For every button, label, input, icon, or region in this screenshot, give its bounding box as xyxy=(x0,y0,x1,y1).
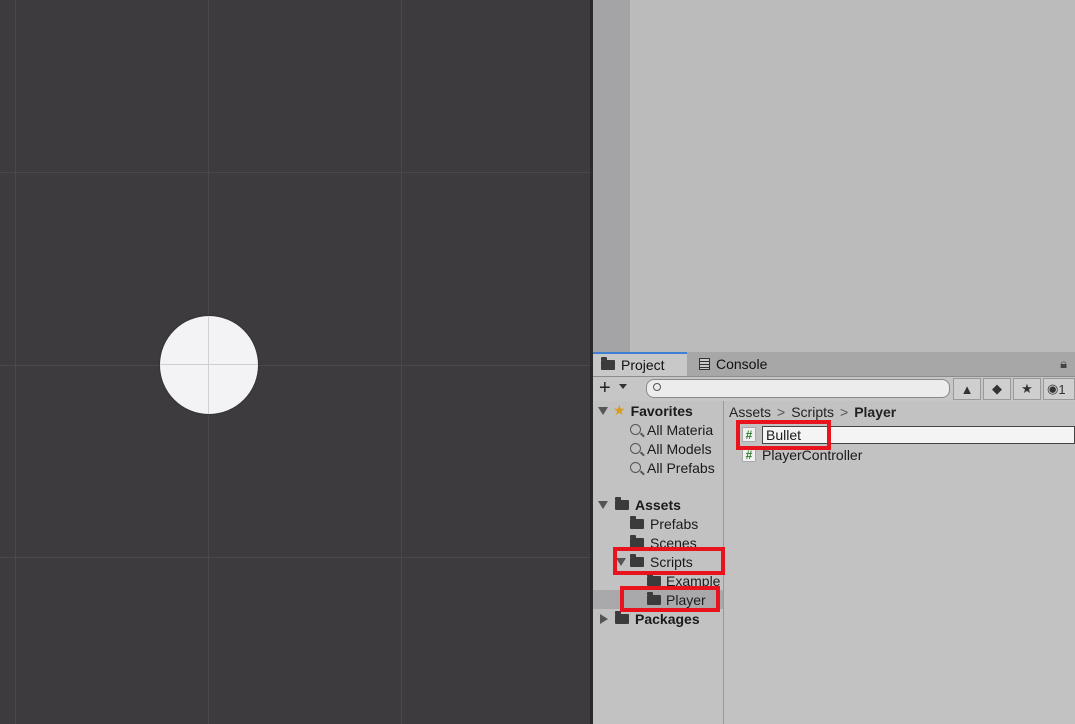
folder-tree: ★ Favorites All Materia All Models All P… xyxy=(593,401,724,724)
folder-icon xyxy=(615,610,629,624)
fav-item-label: All Materia xyxy=(647,421,714,438)
folder-icon xyxy=(601,357,615,370)
favorites-star-button[interactable]: ★ xyxy=(1013,378,1041,400)
tree-item-player[interactable]: Player xyxy=(593,590,723,609)
chevron-down-icon[interactable] xyxy=(616,558,626,566)
tree-item-prefabs[interactable]: Prefabs xyxy=(593,514,723,533)
example-label: Example xyxy=(666,572,721,589)
chevron-down-icon[interactable] xyxy=(598,407,608,415)
lock-icon[interactable]: 🔒︎ xyxy=(1060,356,1067,372)
file-row-playercontroller[interactable]: # PlayerController xyxy=(742,445,862,464)
search-input[interactable] xyxy=(646,379,950,398)
tree-item-all-materials[interactable]: All Materia xyxy=(593,420,723,439)
tree-item-scripts[interactable]: Scripts xyxy=(593,552,723,571)
tab-console-label: Console xyxy=(716,356,768,372)
breadcrumb-player[interactable]: Player xyxy=(854,404,896,420)
packages-label: Packages xyxy=(635,610,700,627)
project-toolbar: + ▲ ◆ ★ ◉ 1 xyxy=(593,377,1075,401)
folder-icon xyxy=(647,591,661,605)
rename-input[interactable]: Bullet xyxy=(762,425,1075,444)
grid-line xyxy=(0,557,590,558)
search-icon xyxy=(630,443,641,454)
star-icon: ★ xyxy=(613,402,626,418)
project-panel: Project Console 🔒︎ + ▲ ◆ ★ ◉ 1 ★ Favorite… xyxy=(593,352,1075,724)
tree-item-all-models[interactable]: All Models xyxy=(593,439,723,458)
scenes-label: Scenes xyxy=(650,534,697,551)
grid-line xyxy=(15,0,16,724)
favorites-label: Favorites xyxy=(630,402,693,419)
grid-line xyxy=(401,0,402,724)
prefabs-label: Prefabs xyxy=(650,515,699,532)
tab-project-label: Project xyxy=(621,357,665,373)
file-row-bullet[interactable]: # Bullet xyxy=(742,425,1075,444)
grid-line xyxy=(0,365,590,366)
folder-open-icon xyxy=(615,496,629,510)
inspector-strip xyxy=(593,0,630,352)
scene-view[interactable] xyxy=(0,0,590,724)
tree-item-all-prefabs[interactable]: All Prefabs xyxy=(593,458,723,477)
folder-icon xyxy=(630,515,644,529)
circle-sprite[interactable] xyxy=(160,316,258,414)
csharp-script-icon: # xyxy=(742,447,756,462)
tab-project[interactable]: Project xyxy=(593,352,687,376)
tree-item-favorites[interactable]: ★ Favorites xyxy=(593,401,723,420)
search-icon xyxy=(630,424,641,435)
breadcrumb-separator: > xyxy=(777,404,786,420)
hidden-count: 1 xyxy=(1058,381,1066,397)
search-icon xyxy=(630,462,641,473)
breadcrumb-scripts[interactable]: Scripts xyxy=(791,404,834,420)
chevron-down-icon[interactable] xyxy=(619,384,627,389)
tree-item-packages[interactable]: Packages xyxy=(593,609,723,628)
file-list: Assets > Scripts > Player # Bullet # PlayerC… xyxy=(724,401,1075,724)
search-by-type-button[interactable]: ▲ xyxy=(953,378,981,400)
fav-item-label: All Prefabs xyxy=(647,459,715,476)
breadcrumb-assets[interactable]: Assets xyxy=(729,404,771,420)
grid-line xyxy=(208,316,209,414)
folder-icon xyxy=(630,534,644,548)
add-button[interactable]: + xyxy=(599,378,611,398)
fav-item-label: All Models xyxy=(647,440,712,457)
tab-console[interactable]: Console xyxy=(691,352,791,376)
eye-icon: ◉ xyxy=(1047,381,1059,396)
scripts-label: Scripts xyxy=(650,553,693,570)
search-by-label-button[interactable]: ◆ xyxy=(983,378,1011,400)
console-icon xyxy=(699,358,710,370)
folder-icon xyxy=(647,572,661,586)
inspector-panel xyxy=(630,0,1075,352)
breadcrumb-separator: > xyxy=(840,404,849,420)
grid-line xyxy=(160,364,258,365)
player-label: Player xyxy=(666,591,706,608)
grid-line xyxy=(0,172,590,173)
folder-open-icon xyxy=(630,553,644,567)
hidden-packages-button[interactable]: ◉ 1 xyxy=(1043,378,1075,400)
tree-item-example[interactable]: Example xyxy=(593,571,723,590)
assets-label: Assets xyxy=(635,496,681,513)
chevron-right-icon[interactable] xyxy=(600,614,608,624)
breadcrumb: Assets > Scripts > Player xyxy=(729,404,896,420)
tab-bar: Project Console 🔒︎ xyxy=(593,352,1075,377)
tree-item-assets[interactable]: Assets xyxy=(593,495,723,514)
tree-item-scenes[interactable]: Scenes xyxy=(593,533,723,552)
file-name: PlayerController xyxy=(762,446,863,463)
chevron-down-icon[interactable] xyxy=(598,501,608,509)
search-icon xyxy=(653,383,661,391)
csharp-script-icon: # xyxy=(742,427,756,442)
